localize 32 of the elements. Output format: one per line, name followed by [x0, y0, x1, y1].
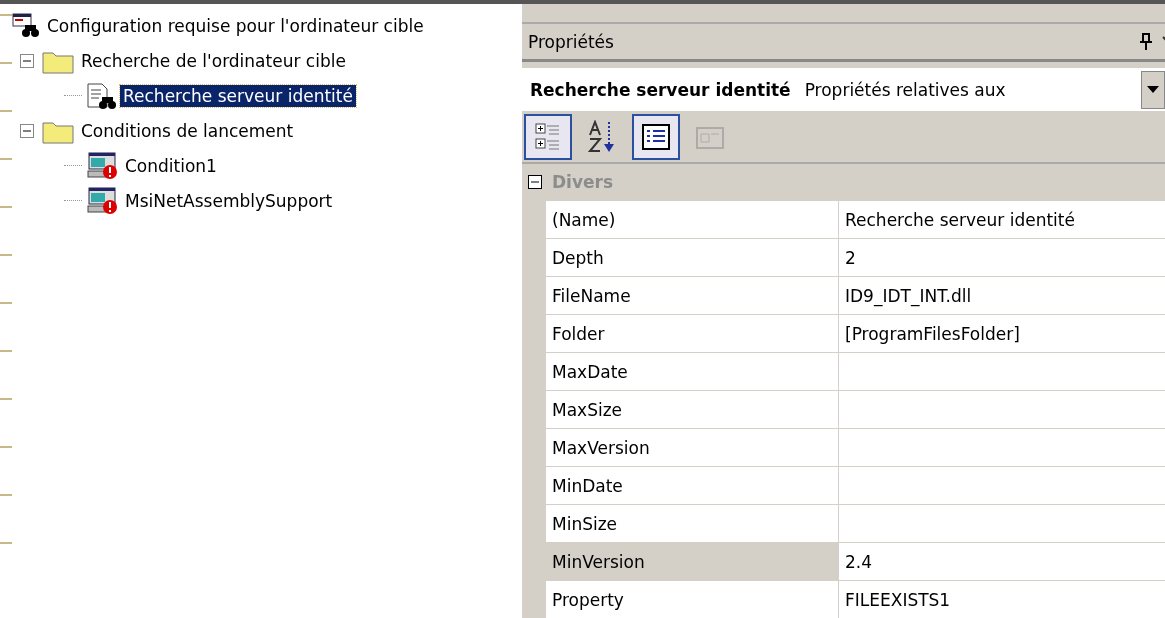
computer-warning-icon — [86, 186, 118, 215]
object-type: Propriétés relatives aux — [804, 79, 1007, 100]
property-list-icon — [642, 123, 670, 150]
computer-warning-icon — [86, 151, 118, 180]
caret-icon — [1147, 85, 1159, 94]
tree-item[interactable]: Recherche serveur identité — [120, 84, 356, 107]
document-search-icon — [86, 81, 116, 110]
categorized-icon — [535, 121, 561, 152]
property-pages-icon — [696, 124, 724, 149]
dropdown-button[interactable] — [1141, 70, 1165, 109]
object-selector[interactable]: Recherche serveur identité Propriétés relatives aux — [522, 68, 1165, 112]
tree-item[interactable]: Conditions de lancement — [78, 119, 297, 142]
tree-item[interactable]: Condition1 — [122, 154, 220, 177]
property-value[interactable]: 2 — [839, 239, 1165, 276]
property-value[interactable]: ID9_IDT_INT.dll — [839, 277, 1165, 314]
tree-item[interactable]: Configuration requise pour l'ordinateur cible — [44, 14, 427, 37]
tree-item[interactable]: Recherche de l'ordinateur cible — [78, 49, 349, 72]
property-value[interactable]: [ProgramFilesFolder] — [839, 315, 1165, 352]
property-value[interactable]: FILEEXISTS1 — [839, 581, 1165, 618]
property-name[interactable]: MinVersion — [546, 543, 839, 580]
category-label: Divers — [552, 172, 614, 192]
pin-icon[interactable] — [1139, 32, 1153, 51]
collapse-icon[interactable] — [528, 175, 542, 189]
toolbar-button[interactable] — [632, 113, 680, 160]
property-value[interactable]: 2.4 — [839, 543, 1165, 580]
toolbar-button[interactable] — [524, 113, 572, 160]
object-name: Recherche serveur identité — [530, 79, 791, 100]
panel-title: Propriétés — [528, 31, 615, 52]
tree-item[interactable]: MsiNetAssemblySupport — [122, 189, 336, 212]
property-value[interactable]: Recherche serveur identité — [839, 201, 1165, 238]
binoculars-icon — [12, 12, 40, 39]
sort-az-icon — [587, 119, 617, 154]
